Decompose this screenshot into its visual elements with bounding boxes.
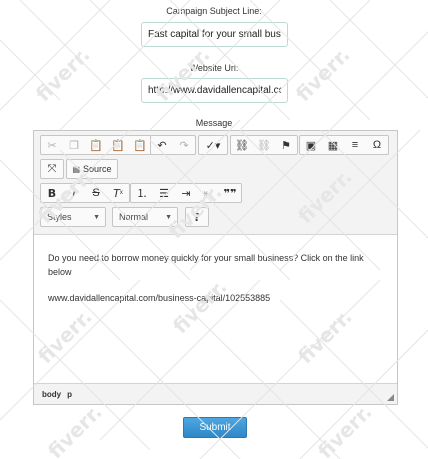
clipboard-group: ✂ ❐ 📋 📋 📋 [40,135,152,155]
spellcheck-icon[interactable]: ✓▾ [199,136,227,154]
numbered-list-icon[interactable]: ⒈ [131,184,153,202]
paste-word-icon[interactable]: 📋 [129,136,151,154]
editor-statusbar: body p [34,383,397,404]
path-body[interactable]: body [42,390,61,399]
styles-label: Styles [47,212,72,222]
chevron-down-icon: ▼ [165,214,172,221]
indent-icon[interactable]: ⇥ [175,184,197,202]
source-group: ▤ Source [66,159,118,179]
watermark-text: fiverr. [31,43,95,107]
italic-icon[interactable]: I [63,184,85,202]
editor-toolbar: ✂ ❐ 📋 📋 📋 ↶ ↷ ✓▾ ⛓ ⛓ ⚑ ▣ ▦ ≡ Ω ⤧ ▤ Sourc… [34,131,397,235]
undo-group: ↶ ↷ [150,135,196,155]
outdent-icon[interactable]: ⇤ [197,184,219,202]
bulleted-list-icon[interactable]: ☰ [153,184,175,202]
watermark-text: fiverr. [291,43,355,107]
watermark-text: fiverr. [43,400,107,459]
format-dropdown[interactable]: Normal ▼ [112,207,178,227]
blockquote-icon[interactable]: ❞❞ [219,184,241,202]
source-label: Source [83,164,112,174]
insert-group: ▣ ▦ ≡ Ω [299,135,389,155]
watermark-text: fiverr. [313,400,377,459]
maximize-group: ⤧ [40,159,64,179]
path-p[interactable]: p [67,390,72,399]
message-label: Message [195,118,233,128]
format-label: Normal [119,212,149,222]
horizontal-line-icon[interactable]: ≡ [344,136,366,154]
paste-text-icon[interactable]: 📋 [107,136,129,154]
anchor-flag-icon[interactable]: ⚑ [275,136,297,154]
unlink-icon[interactable]: ⛓ [253,136,275,154]
bold-icon[interactable]: B [41,184,63,202]
format-group: B I S Tx [40,183,130,203]
source-button[interactable]: ▤ Source [67,160,117,178]
submit-button[interactable]: Submit [183,417,247,438]
remove-format-icon[interactable]: Tx [107,184,129,202]
website-input[interactable] [141,78,288,103]
source-icon: ▤ [72,164,81,174]
image-icon[interactable]: ▣ [300,136,322,154]
styles-dropdown[interactable]: Styles ▼ [40,207,106,227]
maximize-icon[interactable]: ⤧ [41,160,63,178]
undo-icon[interactable]: ↶ [151,136,173,154]
table-icon[interactable]: ▦ [322,136,344,154]
strike-icon[interactable]: S [85,184,107,202]
body-paragraph: Do you need to borrow money quickly for … [48,253,364,277]
paste-icon[interactable]: 📋 [85,136,107,154]
spellcheck-group: ✓▾ [198,135,228,155]
help-button[interactable]: ? [186,208,208,226]
list-group: ⒈ ☰ ⇥ ⇤ ❞❞ [130,183,242,203]
special-char-icon[interactable]: Ω [366,136,388,154]
chevron-down-icon: ▼ [93,214,100,221]
message-editor: ✂ ❐ 📋 📋 📋 ↶ ↷ ✓▾ ⛓ ⛓ ⚑ ▣ ▦ ≡ Ω ⤧ ▤ Sourc… [33,130,398,405]
editor-content[interactable]: Do you need to borrow money quickly for … [48,251,388,305]
redo-icon[interactable]: ↷ [173,136,195,154]
copy-icon[interactable]: ❐ [63,136,85,154]
body-link[interactable]: www.davidallencapital.com/business-capit… [48,291,388,305]
link-icon[interactable]: ⛓ [231,136,253,154]
help-group: ? [185,207,209,227]
subject-input[interactable] [141,22,288,47]
link-group: ⛓ ⛓ ⚑ [230,135,298,155]
resize-handle-icon[interactable] [387,394,394,401]
cut-icon[interactable]: ✂ [41,136,63,154]
subject-label: Campaign Subject Line: [166,6,262,16]
website-label: Website Url: [189,63,239,73]
